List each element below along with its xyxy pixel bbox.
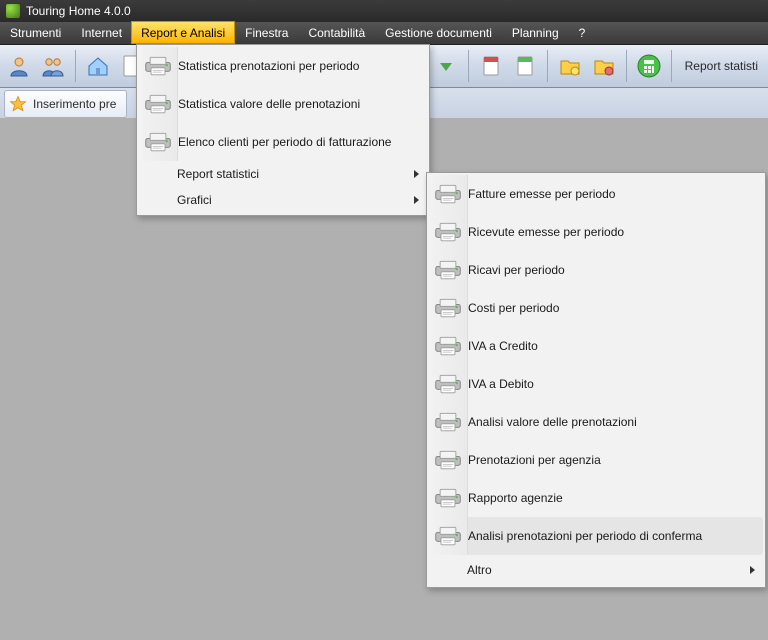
- menu-help[interactable]: ?: [569, 22, 596, 44]
- toolbar-divider: [547, 50, 548, 82]
- menu-strumenti[interactable]: Strumenti: [0, 22, 71, 44]
- toolbar-divider: [75, 50, 76, 82]
- submenu-item-analisi-conferma[interactable]: Analisi prenotazioni per periodo di conf…: [429, 517, 763, 555]
- submenu-report-statistici: Fatture emesse per periodo Ricevute emes…: [426, 172, 766, 588]
- chevron-right-icon: [414, 196, 419, 204]
- menu-contabilita[interactable]: Contabilità: [298, 22, 375, 44]
- star-icon: [9, 95, 27, 113]
- toolbar-home-btn[interactable]: [83, 51, 113, 81]
- printer-icon: [144, 55, 172, 77]
- toolbar-report-statistici-btn[interactable]: Report statisti: [679, 50, 764, 82]
- menu-internet[interactable]: Internet: [71, 22, 132, 44]
- menubar: Strumenti Internet Report e Analisi Fine…: [0, 22, 768, 45]
- submenu-item-fatture[interactable]: Fatture emesse per periodo: [429, 175, 763, 213]
- printer-icon: [434, 487, 462, 509]
- toolbar-person-btn[interactable]: [4, 51, 34, 81]
- submenu-item-iva-debito[interactable]: IVA a Debito: [429, 365, 763, 403]
- printer-icon: [144, 131, 172, 153]
- printer-icon: [434, 259, 462, 281]
- toolbar-divider: [671, 50, 672, 82]
- menu-planning[interactable]: Planning: [502, 22, 569, 44]
- printer-icon: [434, 373, 462, 395]
- printer-icon: [434, 297, 462, 319]
- submenu-item-prenotazioni-agenzia[interactable]: Prenotazioni per agenzia: [429, 441, 763, 479]
- printer-icon: [144, 93, 172, 115]
- toolbar-dropdown-btn[interactable]: [431, 51, 461, 81]
- menu-item-statistica-valore[interactable]: Statistica valore delle prenotazioni: [139, 85, 427, 123]
- tab-label: Inserimento pre: [33, 97, 116, 111]
- submenu-item-ricavi[interactable]: Ricavi per periodo: [429, 251, 763, 289]
- app-window: Touring Home 4.0.0 Strumenti Internet Re…: [0, 0, 768, 640]
- submenu-item-altro[interactable]: Altro: [429, 555, 763, 585]
- toolbar-report-label: Report statisti: [685, 59, 758, 73]
- menu-report-analisi[interactable]: Report e Analisi: [131, 21, 235, 44]
- printer-icon: [434, 411, 462, 433]
- titlebar: Touring Home 4.0.0: [0, 0, 768, 22]
- toolbar-doc-green-btn[interactable]: [510, 51, 540, 81]
- toolbar-doc-red-btn[interactable]: [476, 51, 506, 81]
- chevron-right-icon: [414, 170, 419, 178]
- toolbar-divider: [626, 50, 627, 82]
- submenu-item-analisi-valore[interactable]: Analisi valore delle prenotazioni: [429, 403, 763, 441]
- submenu-item-costi[interactable]: Costi per periodo: [429, 289, 763, 327]
- chevron-right-icon: [750, 566, 755, 574]
- submenu-item-rapporto-agenzie[interactable]: Rapporto agenzie: [429, 479, 763, 517]
- app-title: Touring Home 4.0.0: [26, 4, 131, 18]
- menu-item-grafici[interactable]: Grafici: [139, 187, 427, 213]
- menu-finestra[interactable]: Finestra: [235, 22, 298, 44]
- submenu-item-iva-credito[interactable]: IVA a Credito: [429, 327, 763, 365]
- printer-icon: [434, 449, 462, 471]
- tab-inserimento[interactable]: Inserimento pre: [4, 90, 127, 118]
- menu-report-analisi-dropdown: Statistica prenotazioni per periodo Stat…: [136, 44, 430, 216]
- toolbar-folder-coins-red-btn[interactable]: [589, 51, 619, 81]
- printer-icon: [434, 525, 462, 547]
- toolbar-people-btn[interactable]: [38, 51, 68, 81]
- menu-gestione-documenti[interactable]: Gestione documenti: [375, 22, 502, 44]
- printer-icon: [434, 183, 462, 205]
- submenu-item-ricevute[interactable]: Ricevute emesse per periodo: [429, 213, 763, 251]
- printer-icon: [434, 335, 462, 357]
- app-icon: [6, 4, 20, 18]
- menu-item-report-statistici[interactable]: Report statistici: [139, 161, 427, 187]
- menu-item-statistica-prenotazioni[interactable]: Statistica prenotazioni per periodo: [139, 47, 427, 85]
- toolbar-folder-coins-btn[interactable]: [555, 51, 585, 81]
- menu-item-elenco-clienti[interactable]: Elenco clienti per periodo di fatturazio…: [139, 123, 427, 161]
- printer-icon: [434, 221, 462, 243]
- toolbar-calculator-btn[interactable]: [634, 51, 664, 81]
- toolbar-divider: [468, 50, 469, 82]
